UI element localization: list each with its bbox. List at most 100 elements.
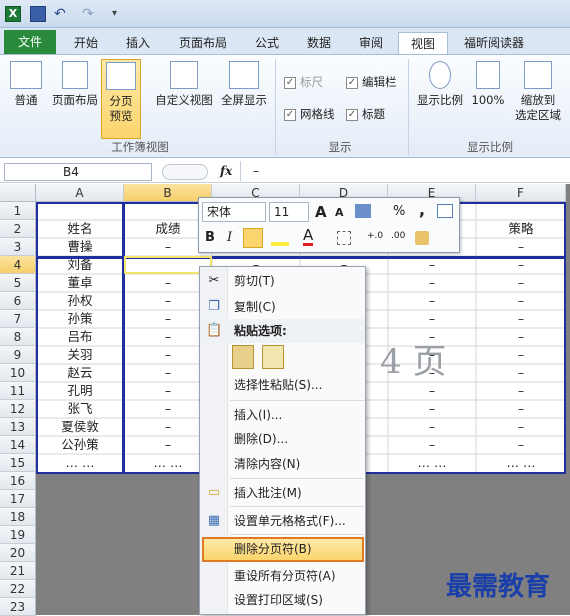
- comment-icon: ▭: [207, 485, 221, 500]
- tab-view[interactable]: 视图: [398, 32, 448, 54]
- redo-icon[interactable]: ↷: [82, 6, 98, 22]
- tab-data[interactable]: 数据: [296, 32, 342, 54]
- column-header-f[interactable]: F: [476, 184, 566, 202]
- bold-button[interactable]: B: [205, 230, 215, 245]
- menu-item-reset-page-breaks[interactable]: 重设所有分页符(A): [200, 564, 365, 588]
- menu-item-delete[interactable]: 删除(D)...: [200, 427, 365, 451]
- tab-page-layout[interactable]: 页面布局: [168, 32, 238, 54]
- tab-file[interactable]: 文件: [4, 30, 56, 54]
- gridlines-checkbox[interactable]: ✓ 网格线: [284, 107, 335, 121]
- percent-button[interactable]: %: [393, 204, 405, 219]
- row-header-9[interactable]: 9: [0, 346, 36, 364]
- fx-icon[interactable]: fx: [220, 164, 232, 178]
- zoom-label: 显示比例: [417, 93, 463, 107]
- full-screen-icon: [229, 61, 259, 89]
- shrink-font-button[interactable]: A: [335, 206, 344, 219]
- font-color-icon[interactable]: A: [303, 228, 314, 246]
- row-header-22[interactable]: 22: [0, 580, 36, 598]
- tab-home[interactable]: 开始: [62, 32, 110, 54]
- menu-item-clear-contents[interactable]: 清除内容(N): [200, 452, 365, 476]
- formula-bar-checkbox[interactable]: ✓ 编辑栏: [346, 75, 397, 89]
- format-painter-brush-icon[interactable]: [415, 231, 429, 245]
- ribbon-separator: [408, 59, 409, 155]
- normal-view-label: 普通: [14, 93, 38, 107]
- borders-icon[interactable]: [337, 231, 351, 245]
- row-header-10[interactable]: 10: [0, 364, 36, 382]
- ribbon: 普通 页面布局 分页 预览 自定义视图 全屏显示 工作簿视图 ✓ 标尺 ✓ 编辑栏 …: [0, 54, 570, 158]
- row-header-2[interactable]: 2: [0, 220, 36, 238]
- normal-view-button[interactable]: 普通: [6, 61, 46, 108]
- menu-paste-options-header: 📋 粘贴选项:: [200, 319, 365, 343]
- zoom-100-label: 100%: [471, 93, 505, 107]
- formula-input[interactable]: –: [240, 161, 566, 181]
- row-header-4[interactable]: 4: [0, 256, 36, 274]
- zoom-to-selection-button[interactable]: 缩放到 选定区域: [510, 61, 566, 123]
- paste-option-icon[interactable]: [232, 345, 254, 369]
- menu-item-format-cells[interactable]: ▦ 设置单元格格式(F)...: [200, 509, 365, 533]
- ribbon-tabs: 文件 开始 插入 页面布局 公式 数据 审阅 视图 福昕阅读器: [0, 28, 570, 54]
- row-header-3[interactable]: 3: [0, 238, 36, 256]
- undo-icon[interactable]: ↶: [54, 6, 70, 22]
- row-header-7[interactable]: 7: [0, 310, 36, 328]
- font-select[interactable]: 宋体: [202, 202, 266, 222]
- row-header-21[interactable]: 21: [0, 562, 36, 580]
- row-header-20[interactable]: 20: [0, 544, 36, 562]
- menu-item-cut[interactable]: ✂ 剪切(T): [200, 269, 365, 293]
- fill-color-icon[interactable]: [271, 230, 289, 246]
- page-break-preview-button[interactable]: 分页 预览: [101, 59, 141, 139]
- row-header-6[interactable]: 6: [0, 292, 36, 310]
- headings-checkbox[interactable]: ✓ 标题: [346, 107, 385, 121]
- row-header-16[interactable]: 16: [0, 472, 36, 490]
- row-header-23[interactable]: 23: [0, 598, 36, 616]
- quick-access-toolbar: X ↶ ↷ ▾: [0, 0, 570, 28]
- paste-values-icon[interactable]: [262, 345, 284, 369]
- save-icon[interactable]: [30, 6, 46, 22]
- custom-views-button[interactable]: 自定义视图: [152, 61, 216, 108]
- row-header-12[interactable]: 12: [0, 400, 36, 418]
- font-size-select[interactable]: 11: [269, 202, 309, 222]
- menu-item-paste-special[interactable]: 选择性粘贴(S)...: [200, 373, 365, 397]
- formula-bar-expander: [162, 164, 208, 180]
- customize-qat-icon[interactable]: ▾: [112, 6, 128, 22]
- row-header-8[interactable]: 8: [0, 328, 36, 346]
- vertical-page-break: [122, 202, 125, 474]
- menu-item-delete-page-break[interactable]: 删除分页符(B): [202, 537, 364, 562]
- menu-item-insert[interactable]: 插入(I)...: [200, 403, 365, 427]
- tab-insert[interactable]: 插入: [114, 32, 162, 54]
- italic-button[interactable]: I: [227, 230, 232, 245]
- tab-formulas[interactable]: 公式: [244, 32, 290, 54]
- row-header-13[interactable]: 13: [0, 418, 36, 436]
- format-painter-icon[interactable]: [437, 204, 453, 218]
- row-header-18[interactable]: 18: [0, 508, 36, 526]
- row-header-15[interactable]: 15: [0, 454, 36, 472]
- group-show: 显示: [328, 140, 352, 154]
- column-header-a[interactable]: A: [36, 184, 124, 202]
- menu-separator: [230, 400, 364, 401]
- tab-foxit-reader[interactable]: 福昕阅读器: [454, 32, 534, 54]
- accounting-format-icon[interactable]: [355, 204, 371, 218]
- decrease-decimal-icon[interactable]: .00: [391, 231, 405, 241]
- center-align-button[interactable]: [243, 228, 263, 248]
- zoom-100-button[interactable]: 100%: [470, 61, 506, 108]
- increase-decimal-icon[interactable]: +.0: [367, 231, 383, 241]
- menu-item-copy[interactable]: ❐ 复制(C): [200, 295, 365, 319]
- select-all-corner[interactable]: [0, 184, 36, 202]
- row-header-11[interactable]: 11: [0, 382, 36, 400]
- full-screen-button[interactable]: 全屏显示: [218, 61, 270, 108]
- ruler-checkbox[interactable]: ✓ 标尺: [284, 75, 323, 89]
- row-header-14[interactable]: 14: [0, 436, 36, 454]
- formula-bar-label: 编辑栏: [362, 75, 397, 89]
- row-header-19[interactable]: 19: [0, 526, 36, 544]
- menu-separator: [230, 478, 364, 479]
- page-layout-view-button[interactable]: 页面布局: [48, 61, 102, 108]
- row-header-17[interactable]: 17: [0, 490, 36, 508]
- menu-item-set-print-area[interactable]: 设置打印区域(S): [200, 588, 365, 612]
- name-box[interactable]: B4: [4, 163, 152, 181]
- comma-button[interactable]: ,: [419, 200, 425, 219]
- row-header-1[interactable]: 1: [0, 202, 36, 220]
- menu-item-insert-comment[interactable]: ▭ 插入批注(M): [200, 481, 365, 505]
- zoom-button[interactable]: 显示比例: [414, 61, 466, 108]
- row-header-5[interactable]: 5: [0, 274, 36, 292]
- tab-review[interactable]: 审阅: [348, 32, 394, 54]
- grow-font-button[interactable]: A: [315, 203, 327, 221]
